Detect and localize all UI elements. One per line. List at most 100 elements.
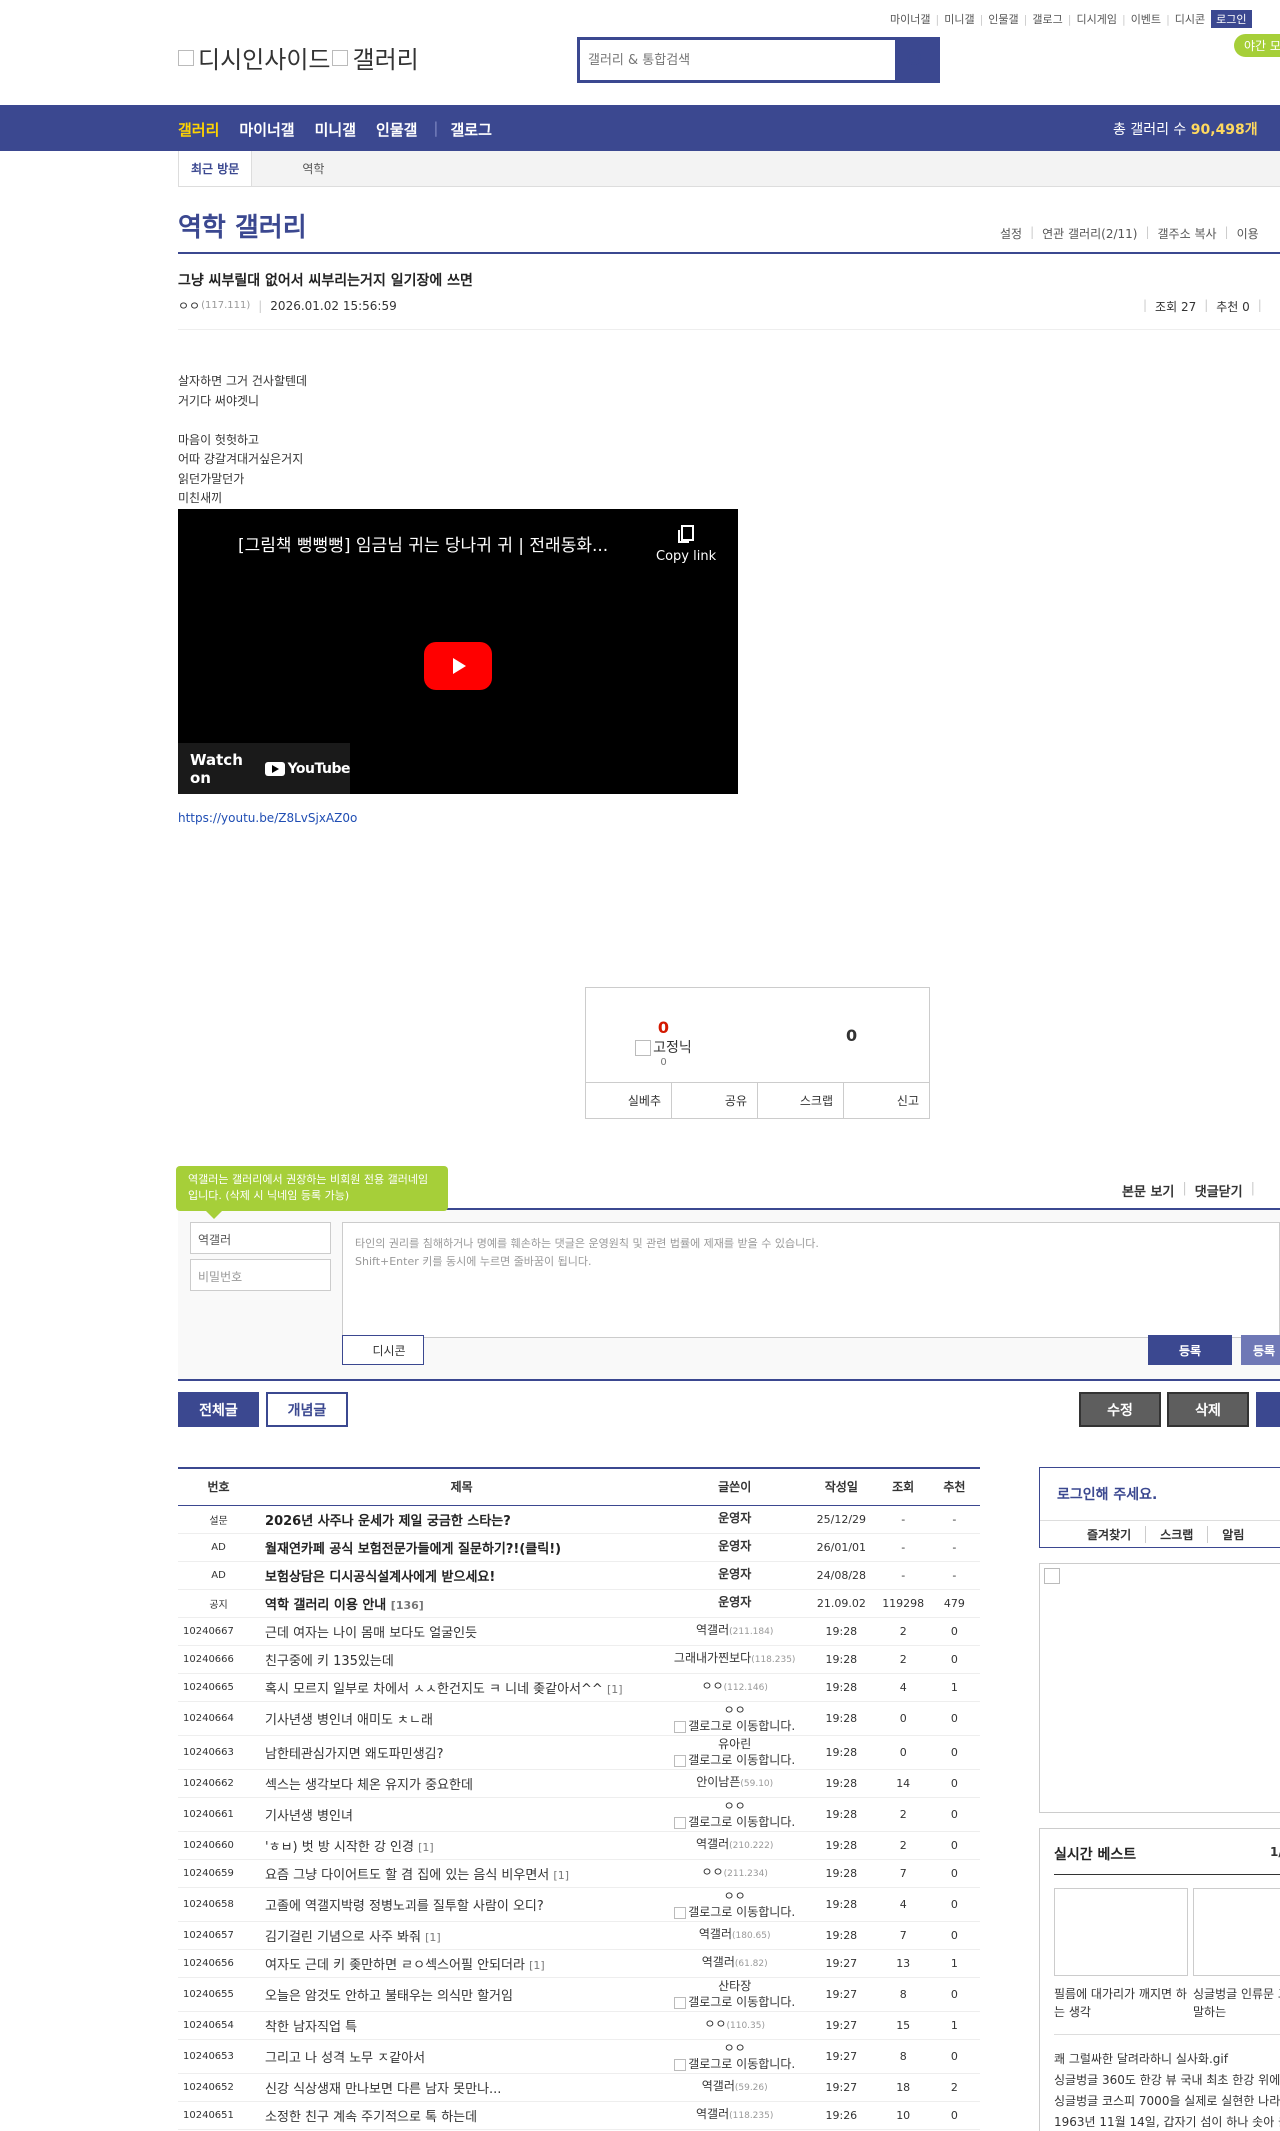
- option-copy-url[interactable]: 갤주소 복사: [1158, 225, 1217, 242]
- best-list-item[interactable]: 싱글벙글 코스피 7000을 실제로 실현한 나라: [1054, 2091, 1280, 2112]
- youtube-embed[interactable]: [그림책 뻥뻥뻥] 임금님 귀는 당나귀 귀 | 전래동화... Copy li…: [178, 509, 738, 794]
- row-title-text[interactable]: 여자도 근데 키 좆만하면 ㄹㅇ섹스어필 안되더라: [265, 1958, 525, 1973]
- nav-person[interactable]: 인물갤: [376, 119, 417, 140]
- top-link-person[interactable]: 인물갤: [988, 11, 1018, 27]
- watch-on-youtube[interactable]: Watch on YouTube: [178, 743, 351, 794]
- row-title[interactable]: 월재연카페 공식 보험전문가들에게 질문하기?!(클릭!): [259, 1533, 665, 1562]
- top-link-event[interactable]: 이벤트: [1131, 11, 1161, 27]
- row-writer-name[interactable]: 역갤러: [696, 1623, 729, 1637]
- edit-button[interactable]: 수정: [1079, 1392, 1161, 1427]
- row-title-text[interactable]: 그리고 나 성격 노무 ㅈ같아서: [265, 2051, 425, 2066]
- row-writer-name[interactable]: 역갤러: [696, 2107, 729, 2121]
- gallog-link[interactable]: 갤로그로 이동합니다.: [664, 1753, 805, 1767]
- row-title-text[interactable]: 근데 여자는 나이 몸매 보다도 얼굴인듯: [265, 1626, 477, 1641]
- row-writer[interactable]: 유아린갤로그로 이동합니다.: [664, 1735, 806, 1770]
- table-row[interactable]: 10240651 소정한 친구 계속 주기적으로 톡 하는데 역갤러(118.23…: [178, 2101, 980, 2130]
- row-title[interactable]: 신강 식상생재 만나보면 다른 남자 못만나...: [259, 2073, 665, 2102]
- best-thumbnail-caption[interactable]: 필름에 대가리가 깨지면 하는 생각: [1054, 1985, 1190, 2021]
- row-title-text[interactable]: 김기걸린 기념으로 사주 봐줘: [265, 1930, 421, 1945]
- table-row[interactable]: 10240657 김기걸린 기념으로 사주 봐줘 [1] 역갤러(180.65) 19…: [178, 1921, 980, 1950]
- row-title-text[interactable]: 2026년 사주나 운세가 제일 궁금한 스타는?: [265, 1514, 511, 1529]
- top-link-gallog[interactable]: 갤로그: [1032, 11, 1062, 27]
- row-writer-name[interactable]: 유아린: [718, 1737, 751, 1751]
- table-row[interactable]: 10240653 그리고 나 성격 노무 ㅈ같아서 ㅇㅇ 갤로그로 이동합니다. 19…: [178, 2039, 980, 2074]
- best-list-item[interactable]: 싱글벙글 360도 한강 뷰 국내 최초 한강 위에: [1054, 2070, 1280, 2091]
- table-row[interactable]: 10240667 근데 여자는 나이 몸매 보다도 얼굴인듯 역갤러(211.18…: [178, 1617, 980, 1646]
- all-posts-button[interactable]: 전체글: [178, 1392, 259, 1427]
- report-button[interactable]: 신고: [844, 1083, 929, 1118]
- recommend-up[interactable]: 0 고정닉 0: [626, 1018, 701, 1068]
- option-settings[interactable]: 설정: [1000, 225, 1022, 242]
- gallog-link[interactable]: 갤로그로 이동합니다.: [664, 1905, 805, 1919]
- real-best-button[interactable]: 실베추: [586, 1083, 672, 1118]
- row-writer[interactable]: 운영자: [664, 1589, 806, 1618]
- row-writer-name[interactable]: 운영자: [718, 1539, 751, 1553]
- row-writer-name[interactable]: ㅇㅇ: [724, 2041, 746, 2055]
- table-row[interactable]: 10240661 기사년생 병인녀 ㅇㅇ 갤로그로 이동합니다. 19:28 2 0: [178, 1797, 980, 1832]
- table-row[interactable]: 10240666 친구중에 키 135있는데 그래내가찐보다(118.235) 19…: [178, 1645, 980, 1674]
- row-writer-name[interactable]: ㅇㅇ: [724, 1703, 746, 1717]
- post-author[interactable]: ㅇㅇ: [178, 297, 200, 314]
- row-title-text[interactable]: 소정한 친구 계속 주기적으로 톡 하는데: [265, 2110, 477, 2125]
- share-button[interactable]: 공유: [672, 1083, 758, 1118]
- row-writer[interactable]: 역갤러(210.222): [664, 1831, 806, 1860]
- comment-register-button[interactable]: 등록: [1148, 1335, 1232, 1365]
- row-writer-name[interactable]: ㅇㅇ: [702, 1679, 724, 1693]
- sidebar-scrap[interactable]: 스크랩: [1145, 1526, 1193, 1543]
- row-writer[interactable]: ㅇㅇ 갤로그로 이동합니다.: [664, 1887, 806, 1922]
- row-title[interactable]: 2026년 사주나 운세가 제일 궁금한 스타는?: [259, 1505, 665, 1534]
- row-title[interactable]: 'ㅎㅂ) 벗 방 시작한 강 인경 [1]: [259, 1831, 665, 1860]
- site-logo[interactable]: 디시인사이드 갤러리: [178, 40, 419, 75]
- row-writer[interactable]: ㅇㅇ 갤로그로 이동합니다.: [664, 2039, 806, 2074]
- row-writer-name[interactable]: 역갤러: [702, 2079, 735, 2093]
- row-title-text[interactable]: 월재연카페 공식 보험전문가들에게 질문하기?!(클릭!): [265, 1542, 561, 1557]
- comment-textarea[interactable]: 타인의 권리를 침해하거나 명예를 훼손하는 댓글은 운영원칙 및 관련 법률에…: [342, 1222, 1280, 1338]
- row-title[interactable]: 오늘은 암것도 안하고 불태우는 의식만 할거임: [259, 1977, 665, 2012]
- row-writer-name[interactable]: 산타장: [718, 1979, 751, 1993]
- night-mode-button[interactable]: 야간 모드: [1234, 34, 1280, 57]
- realtime-best-title[interactable]: 실시간 베스트: [1054, 1844, 1136, 1864]
- row-title-text[interactable]: 기사년생 병인녀: [265, 1809, 353, 1824]
- row-writer-name[interactable]: 운영자: [718, 1567, 751, 1581]
- table-row[interactable]: 10240658 고졸에 역갤지박령 정병노괴를 질투할 사람이 오디? ㅇㅇ 갤로…: [178, 1887, 980, 1922]
- best-list-item[interactable]: 쾌 그럴싸한 달려라하니 실사화.gif: [1054, 2049, 1280, 2070]
- delete-button[interactable]: 삭제: [1167, 1392, 1249, 1427]
- row-title[interactable]: 섹스는 생각보다 체온 유지가 중요한데: [259, 1769, 665, 1798]
- table-row[interactable]: 10240662 섹스는 생각보다 체온 유지가 중요한데 안이남픈(59.10)…: [178, 1769, 980, 1798]
- row-writer[interactable]: ㅇㅇ(112.146): [664, 1673, 806, 1702]
- table-row[interactable]: 10240665 혹시 모르지 일부로 차에서 ㅅㅅ한건지도 ㅋ 니네 좆같아서^…: [178, 1673, 980, 1702]
- nav-gallery[interactable]: 갤러리: [178, 119, 219, 140]
- sidebar-alerts[interactable]: 알림: [1207, 1526, 1244, 1543]
- row-title-text[interactable]: 고졸에 역갤지박령 정병노괴를 질투할 사람이 오디?: [265, 1899, 544, 1914]
- sidebar-ad-banner[interactable]: [1039, 1563, 1280, 1813]
- best-thumbnail-caption[interactable]: 싱글벙글 인류문 고 천재가 말하는: [1193, 1985, 1280, 2021]
- top-link-minor[interactable]: 마이너갤: [890, 11, 930, 27]
- youtube-title[interactable]: [그림책 뻥뻥뻥] 임금님 귀는 당나귀 귀 | 전래동화...: [238, 531, 638, 556]
- row-writer-name[interactable]: 운영자: [718, 1595, 751, 1609]
- row-writer[interactable]: 역갤러(61.82): [664, 1949, 806, 1978]
- row-title[interactable]: 그리고 나 성격 노무 ㅈ같아서: [259, 2039, 665, 2074]
- row-title[interactable]: 김기걸린 기념으로 사주 봐줘 [1]: [259, 1921, 665, 1950]
- youtube-play-button[interactable]: [424, 642, 492, 690]
- gallog-link[interactable]: 갤로그로 이동합니다.: [664, 2057, 805, 2071]
- row-writer[interactable]: 역갤러(211.184): [664, 1617, 806, 1646]
- row-title-text[interactable]: 남한테관심가지면 왜도파민생김?: [265, 1747, 443, 1762]
- row-comment-count[interactable]: [1]: [553, 1869, 569, 1882]
- row-writer[interactable]: 운영자: [664, 1533, 806, 1562]
- row-writer-name[interactable]: 역갤러: [696, 1837, 729, 1851]
- row-title-text[interactable]: 보험상담은 디시공식설계사에게 받으세요!: [265, 1570, 495, 1585]
- table-row[interactable]: AD 보험상담은 디시공식설계사에게 받으세요! 운영자 24/08/28- -: [178, 1561, 980, 1590]
- gallery-title[interactable]: 역학 갤러리: [178, 207, 307, 244]
- search-button[interactable]: [895, 40, 937, 80]
- sidebar-favorites[interactable]: 즐겨찾기: [1087, 1526, 1131, 1543]
- table-row[interactable]: 10240656 여자도 근데 키 좆만하면 ㄹㅇ섹스어필 안되더라 [1] 역갤러…: [178, 1949, 980, 1978]
- row-writer-name[interactable]: ㅇㅇ: [724, 1799, 746, 1813]
- row-writer-name[interactable]: 운영자: [718, 1511, 751, 1525]
- post-link[interactable]: https://youtu.be/Z8LvSjxAZ0o: [178, 811, 357, 825]
- recent-visit-item[interactable]: 역학: [302, 160, 324, 177]
- gallog-link[interactable]: 갤로그로 이동합니다.: [664, 1815, 805, 1829]
- row-title[interactable]: 역학 갤러리 이용 안내 [136]: [259, 1589, 665, 1618]
- row-title-text[interactable]: 혹시 모르지 일부로 차에서 ㅅㅅ한건지도 ㅋ 니네 좆같아서^^: [265, 1682, 603, 1697]
- row-writer[interactable]: 운영자: [664, 1505, 806, 1534]
- row-title[interactable]: 착한 남자직업 특: [259, 2011, 665, 2040]
